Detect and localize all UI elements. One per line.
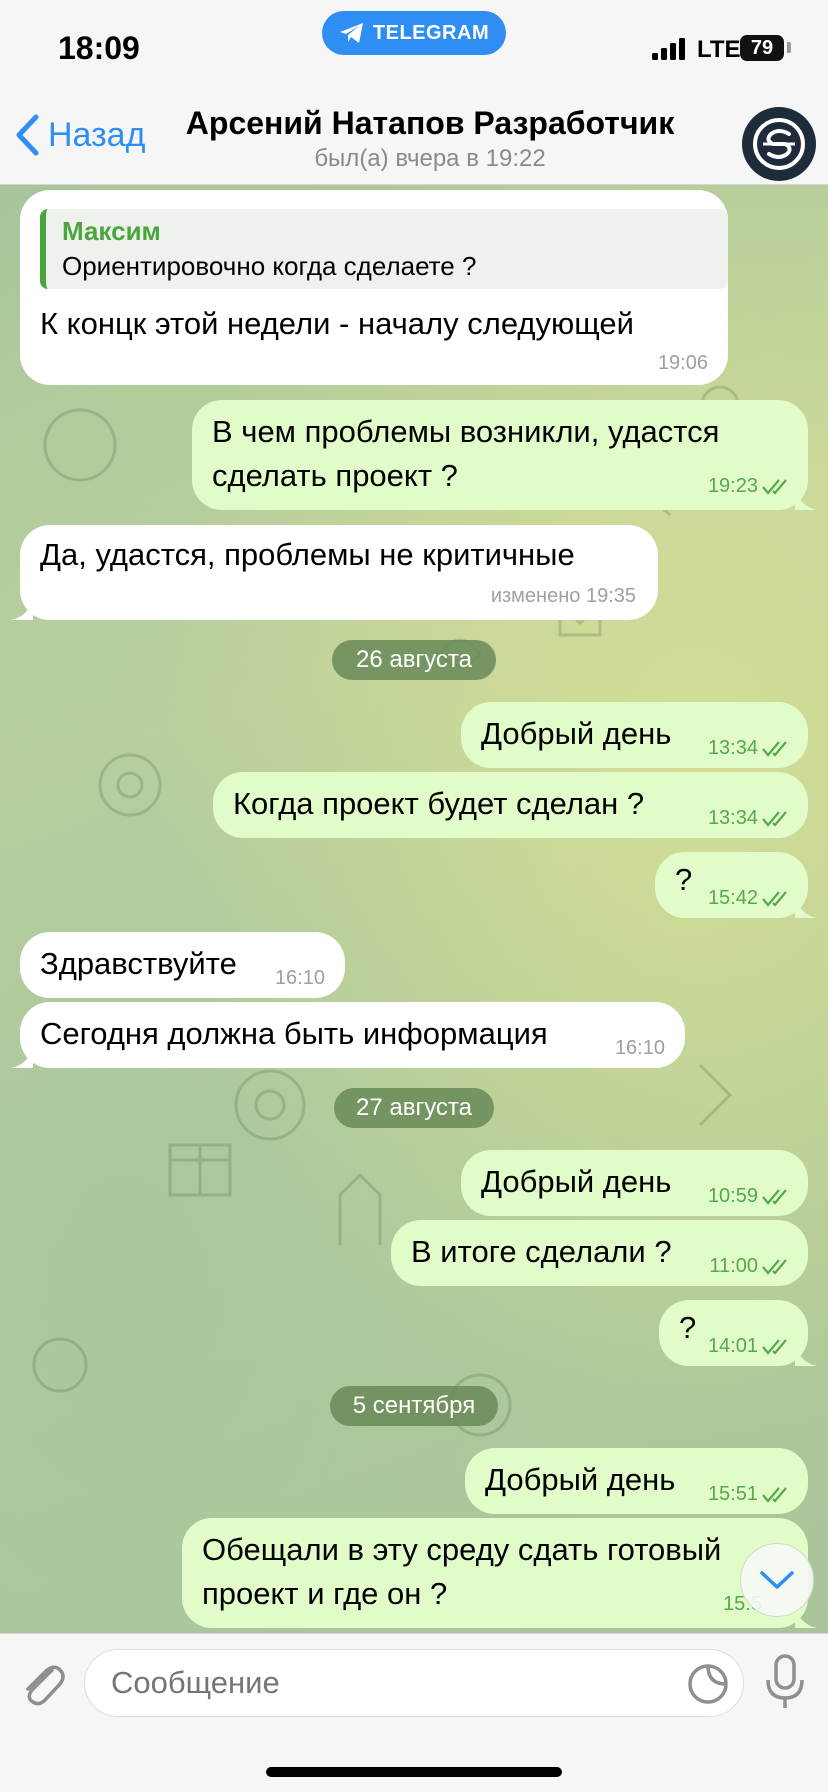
back-label: Назад bbox=[48, 115, 146, 154]
reply-quote[interactable]: Максим Ориентировочно когда сделаете ? bbox=[40, 209, 728, 289]
network-type: LTE bbox=[697, 36, 741, 63]
microphone-icon[interactable] bbox=[764, 1654, 806, 1710]
double-check-icon bbox=[762, 1258, 787, 1275]
message-time: 19:06 bbox=[657, 352, 708, 374]
message-outgoing[interactable]: Обещали в эту среду сдать готовый проект… bbox=[182, 1518, 817, 1628]
message-time-label: 15:42 bbox=[707, 887, 758, 909]
message-outgoing[interactable]: В чем проблемы возникли, удастся сделать… bbox=[192, 400, 817, 510]
message-time-label: 15:51 bbox=[707, 1483, 758, 1505]
message-outgoing[interactable]: Добрый день 13:34 bbox=[461, 702, 808, 768]
home-indicator bbox=[266, 1767, 562, 1777]
message-outgoing[interactable]: ? 14:01 bbox=[659, 1300, 817, 1366]
battery-indicator: 79 bbox=[740, 35, 784, 61]
message-time: 15:42 bbox=[708, 887, 792, 910]
bubble-tail bbox=[795, 1344, 817, 1366]
signal-icon bbox=[652, 38, 685, 60]
chat-header: Назад Арсений Натапов Разработчик был(а)… bbox=[0, 95, 828, 185]
message-time: 19:23 bbox=[708, 475, 792, 498]
double-check-icon bbox=[762, 1486, 787, 1503]
message-time: 10:59 bbox=[708, 1185, 792, 1208]
message-time-label: 13:34 bbox=[707, 737, 758, 759]
telegram-return-pill[interactable]: TELEGRAM bbox=[322, 11, 506, 55]
message-outgoing[interactable]: ? 15:42 bbox=[655, 852, 817, 918]
message-time: 11:00 bbox=[709, 1255, 792, 1278]
date-separator: 26 августа bbox=[332, 640, 496, 680]
message-time: изменено 19:35 bbox=[490, 585, 636, 607]
bubble-tail bbox=[795, 896, 817, 918]
paperclip-icon[interactable] bbox=[18, 1656, 66, 1708]
message-text: Добрый день bbox=[481, 1164, 672, 1199]
message-outgoing[interactable]: Когда проект будет сделан ? 13:34 bbox=[213, 772, 808, 838]
double-check-icon bbox=[762, 890, 787, 907]
message-time-label: 14:01 bbox=[707, 1335, 758, 1357]
avatar-logo-icon bbox=[753, 118, 805, 170]
message-time-label: 13:34 bbox=[707, 807, 758, 829]
message-text: Да, удастся, проблемы не критичные bbox=[40, 537, 575, 572]
status-bar: 18:09 TELEGRAM LTE 79 bbox=[0, 0, 828, 95]
message-time: 16:10 bbox=[274, 967, 325, 989]
message-outgoing[interactable]: Добрый день 10:59 bbox=[461, 1150, 808, 1216]
message-text: Здравствуйте bbox=[40, 946, 237, 981]
message-time-label: 10:59 bbox=[707, 1185, 758, 1207]
reply-text: Ориентировочно когда сделаете ? bbox=[62, 251, 477, 281]
chevron-down-icon bbox=[760, 1571, 794, 1589]
message-incoming[interactable]: Здравствуйте 16:10 bbox=[20, 932, 345, 998]
back-button[interactable]: Назад bbox=[14, 113, 145, 157]
message-text: В итоге сделали ? bbox=[411, 1234, 672, 1269]
double-check-icon bbox=[762, 810, 787, 827]
message-text: Когда проект будет сделан ? bbox=[233, 786, 645, 821]
message-time: 15:51 bbox=[708, 1483, 792, 1506]
telegram-pill-label: TELEGRAM bbox=[372, 21, 490, 44]
date-separator: 5 сентября bbox=[330, 1386, 498, 1426]
chat-title[interactable]: Арсений Натапов Разработчик bbox=[160, 105, 700, 142]
message-time: 16:10 bbox=[614, 1037, 665, 1059]
message-text-line-1: В чем проблемы возникли, удастся bbox=[212, 414, 720, 449]
battery-tip bbox=[787, 42, 791, 53]
message-incoming[interactable]: Максим Ориентировочно когда сделаете ? К… bbox=[20, 190, 728, 385]
message-text: Сегодня должна быть информация bbox=[40, 1016, 548, 1051]
message-time: 14:01 bbox=[708, 1335, 792, 1358]
message-time: 13:34 bbox=[708, 807, 792, 830]
avatar[interactable] bbox=[742, 107, 816, 181]
message-time-label: 11:00 bbox=[709, 1255, 758, 1277]
message-text: ? bbox=[675, 862, 693, 897]
telegram-plane-icon bbox=[339, 23, 363, 43]
message-incoming[interactable]: Да, удастся, проблемы не критичные измен… bbox=[11, 525, 658, 620]
reply-author: Максим bbox=[62, 216, 161, 246]
back-chevron-icon bbox=[16, 114, 39, 156]
message-outgoing[interactable]: Добрый день 15:51 bbox=[465, 1448, 808, 1514]
double-check-icon bbox=[762, 1338, 787, 1355]
message-text: ? bbox=[679, 1310, 697, 1345]
scroll-to-bottom-button[interactable] bbox=[740, 1543, 814, 1617]
message-text-line-2: сделать проект ? bbox=[212, 458, 458, 493]
message-text: Добрый день bbox=[485, 1462, 676, 1497]
message-incoming[interactable]: Сегодня должна быть информация 16:10 bbox=[11, 1002, 685, 1068]
double-check-icon bbox=[762, 740, 787, 757]
message-outgoing[interactable]: В итоге сделали ? 11:00 bbox=[391, 1220, 808, 1286]
message-text-line-2: проект и где он ? bbox=[202, 1576, 448, 1611]
message-input[interactable] bbox=[84, 1649, 744, 1717]
bubble-tail bbox=[795, 488, 817, 510]
message-time: 13:34 bbox=[708, 737, 792, 760]
double-check-icon bbox=[762, 478, 787, 495]
last-seen-status: был(а) вчера в 19:22 bbox=[314, 145, 546, 172]
message-text: К концк этой недели - началу следующей bbox=[40, 306, 634, 341]
message-time-label: 19:23 bbox=[707, 475, 758, 497]
sticker-icon[interactable] bbox=[686, 1662, 730, 1706]
double-check-icon bbox=[762, 1188, 787, 1205]
message-text-line-1: Обещали в эту среду сдать готовый bbox=[202, 1532, 722, 1567]
bubble-tail bbox=[11, 598, 33, 620]
message-text: Добрый день bbox=[481, 716, 672, 751]
bubble-tail bbox=[11, 1046, 33, 1068]
message-composer bbox=[0, 1633, 828, 1792]
status-time: 18:09 bbox=[58, 30, 140, 66]
date-separator: 27 августа bbox=[334, 1088, 494, 1128]
